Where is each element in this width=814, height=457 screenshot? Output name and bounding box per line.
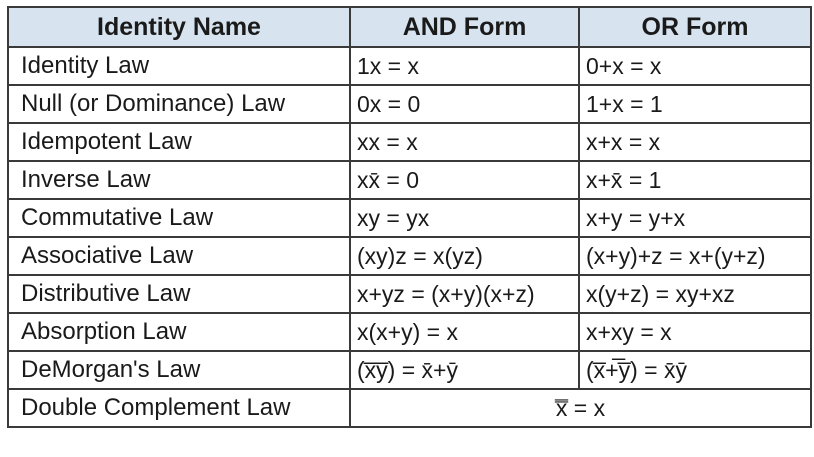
identity-name-cell: Inverse Law — [7, 160, 351, 200]
header-row: Identity Name AND Form OR Form — [7, 6, 812, 48]
boolean-identities-table: Identity Name AND Form OR Form Identity … — [7, 6, 812, 428]
table-row: Distributive Law x+yz = (x+y)(x+z) x(y+z… — [7, 274, 812, 314]
or-form-cell: x+x = x — [578, 122, 812, 162]
header-or-form: OR Form — [578, 6, 812, 48]
table-row: Commutative Law xy = yx x+y = y+x — [7, 198, 812, 238]
table-row: Identity Law 1x = x 0+x = x — [7, 46, 812, 86]
and-form-cell: (xy)z = x(yz) — [349, 236, 580, 276]
table-row: Double Complement Law x̿ = x — [7, 388, 812, 428]
and-form-cell: 0x = 0 — [349, 84, 580, 124]
and-form-cell: xy = yx — [349, 198, 580, 238]
identity-name-cell: Distributive Law — [7, 274, 351, 314]
table-row: Associative Law (xy)z = x(yz) (x+y)+z = … — [7, 236, 812, 276]
identity-name-cell: Absorption Law — [7, 312, 351, 352]
and-form-cell: x(x+y) = x — [349, 312, 580, 352]
page: Identity Name AND Form OR Form Identity … — [0, 0, 814, 457]
or-form-cell: x(y+z) = xy+xz — [578, 274, 812, 314]
or-form-cell: 1+x = 1 — [578, 84, 812, 124]
or-form-cell: (x̅+̅y̅) = x̄ȳ — [578, 350, 812, 390]
header-and-form: AND Form — [349, 6, 580, 48]
identity-name-cell: Identity Law — [7, 46, 351, 86]
identity-name-cell: Double Complement Law — [7, 388, 351, 428]
identity-name-cell: DeMorgan's Law — [7, 350, 351, 390]
and-form-cell: 1x = x — [349, 46, 580, 86]
or-form-cell: x+x̄ = 1 — [578, 160, 812, 200]
identity-name-cell: Commutative Law — [7, 198, 351, 238]
table-row: Null (or Dominance) Law 0x = 0 1+x = 1 — [7, 84, 812, 124]
table-row: Absorption Law x(x+y) = x x+xy = x — [7, 312, 812, 352]
and-form-cell: x+yz = (x+y)(x+z) — [349, 274, 580, 314]
double-complement-formula-cell: x̿ = x — [349, 388, 812, 428]
and-form-cell: (x̅y̅) = x̄+ȳ — [349, 350, 580, 390]
and-form-cell: xx̄ = 0 — [349, 160, 580, 200]
or-form-cell: x+y = y+x — [578, 198, 812, 238]
or-form-cell: x+xy = x — [578, 312, 812, 352]
identity-name-cell: Idempotent Law — [7, 122, 351, 162]
header-identity-name: Identity Name — [7, 6, 351, 48]
table-row: Idempotent Law xx = x x+x = x — [7, 122, 812, 162]
or-form-cell: (x+y)+z = x+(y+z) — [578, 236, 812, 276]
table-row: Inverse Law xx̄ = 0 x+x̄ = 1 — [7, 160, 812, 200]
table-row: DeMorgan's Law (x̅y̅) = x̄+ȳ (x̅+̅y̅) = … — [7, 350, 812, 390]
and-form-cell: xx = x — [349, 122, 580, 162]
identity-name-cell: Associative Law — [7, 236, 351, 276]
or-form-cell: 0+x = x — [578, 46, 812, 86]
identity-name-cell: Null (or Dominance) Law — [7, 84, 351, 124]
